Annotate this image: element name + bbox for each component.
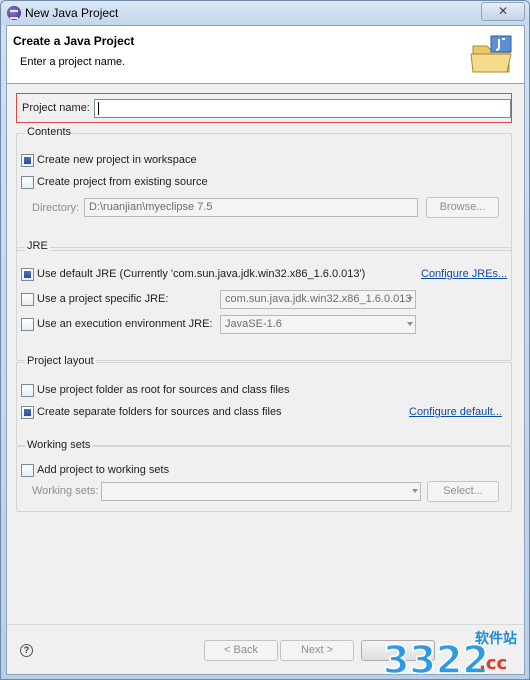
working-sets-group: Working sets Add project to working sets…: [16, 439, 512, 512]
checkbox-unchecked-icon[interactable]: [21, 317, 34, 331]
close-button[interactable]: ✕: [481, 2, 525, 21]
text-caret: [98, 102, 99, 115]
watermark-cn-text: 软件站: [475, 630, 517, 647]
create-new-project-label: Create new project in workspace: [37, 154, 197, 166]
browse-button[interactable]: Browse...: [426, 197, 499, 218]
separate-folders-label: Create separate folders for sources and …: [37, 406, 282, 418]
execution-env-jre-label: Use an execution environment JRE:: [37, 318, 213, 330]
contents-group-title: Contents: [25, 126, 74, 138]
checkbox-unchecked-icon[interactable]: [21, 292, 34, 306]
window-title: New Java Project: [25, 6, 119, 20]
project-specific-jre-value: com.sun.java.jdk.win32.x86_1.6.0.013: [225, 293, 412, 305]
working-sets-label: Working sets:: [32, 485, 99, 497]
select-button[interactable]: Select...: [427, 481, 499, 502]
configure-default-link[interactable]: Configure default...: [409, 406, 502, 418]
back-button[interactable]: < Back: [204, 640, 278, 661]
contents-group: Contents Create new project in workspace…: [16, 126, 512, 251]
configure-jres-link[interactable]: Configure JREs...: [421, 268, 507, 280]
chevron-down-icon: [412, 489, 418, 493]
working-sets-group-title: Working sets: [25, 439, 93, 451]
root-folder-label: Use project folder as root for sources a…: [37, 384, 290, 396]
jre-group-title: JRE: [25, 240, 50, 252]
dialog-window: New Java Project ✕ Create a Java Project…: [0, 0, 530, 680]
execution-env-jre-checkbox[interactable]: Use an execution environment JRE:: [21, 316, 212, 332]
execution-env-combo[interactable]: JavaSE-1.6: [220, 315, 416, 334]
directory-label: Directory:: [32, 202, 80, 214]
create-from-existing-label: Create project from existing source: [37, 176, 208, 188]
jre-group: JRE Use default JRE (Currently 'com.sun.…: [16, 240, 512, 361]
watermark-number: 3322: [383, 638, 489, 679]
project-specific-jre-label: Use a project specific JRE:: [37, 293, 169, 305]
create-new-project-checkbox[interactable]: Create new project in workspace: [21, 152, 197, 168]
add-to-working-sets-checkbox[interactable]: Add project to working sets: [21, 462, 169, 478]
site-watermark-logo: 3322 软件站 .cc: [382, 630, 517, 679]
add-to-working-sets-label: Add project to working sets: [37, 464, 170, 476]
project-name-label: Project name:: [22, 102, 90, 114]
project-name-row: Project name:: [16, 93, 512, 123]
wizard-message: Enter a project name.: [20, 56, 126, 68]
dialog-client-area: Create a Java Project Enter a project na…: [6, 25, 525, 675]
project-specific-jre-combo[interactable]: com.sun.java.jdk.win32.x86_1.6.0.013: [220, 290, 416, 309]
checkbox-checked-icon[interactable]: [21, 153, 34, 167]
use-default-jre-checkbox[interactable]: Use default JRE (Currently 'com.sun.java…: [21, 266, 365, 282]
use-default-jre-label: Use default JRE (Currently 'com.sun.java…: [37, 268, 366, 280]
java-project-folder-icon: [470, 35, 512, 73]
project-specific-jre-checkbox[interactable]: Use a project specific JRE:: [21, 291, 168, 307]
working-sets-combo[interactable]: [101, 482, 421, 501]
checkbox-checked-icon[interactable]: [21, 405, 34, 419]
next-button[interactable]: Next >: [280, 640, 354, 661]
help-icon[interactable]: ?: [20, 644, 33, 657]
checkbox-unchecked-icon[interactable]: [21, 383, 34, 397]
checkbox-unchecked-icon[interactable]: [21, 463, 34, 477]
eclipse-icon: [7, 6, 21, 20]
project-layout-group: Project layout Use project folder as roo…: [16, 355, 512, 446]
title-bar[interactable]: New Java Project ✕: [1, 1, 529, 25]
project-name-input[interactable]: [94, 99, 511, 118]
chevron-down-icon: [407, 322, 413, 326]
checkbox-unchecked-icon[interactable]: [21, 175, 34, 189]
separate-folders-checkbox[interactable]: Create separate folders for sources and …: [21, 404, 282, 420]
chevron-down-icon: [407, 297, 413, 301]
wizard-title: Create a Java Project: [13, 34, 135, 48]
checkbox-checked-icon[interactable]: [21, 267, 34, 281]
execution-env-value: JavaSE-1.6: [225, 318, 282, 330]
directory-field: D:\ruanjian\myeclipse 7.5: [84, 198, 418, 217]
project-layout-group-title: Project layout: [25, 355, 96, 367]
watermark-domain: .cc: [479, 653, 507, 674]
create-from-existing-checkbox[interactable]: Create project from existing source: [21, 174, 208, 190]
wizard-header: Create a Java Project Enter a project na…: [7, 26, 524, 84]
root-folder-checkbox[interactable]: Use project folder as root for sources a…: [21, 382, 290, 398]
